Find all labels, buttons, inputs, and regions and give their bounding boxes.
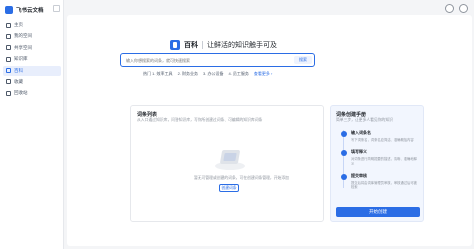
entries-card-description: 从入口通过知识库，问答知识库，写你所创建过词条、可编辑的知识库词条 <box>137 118 263 122</box>
entries-card-title: 词条列表 <box>137 112 158 118</box>
guide-step: 输入词条名 写下词条名，词条名应简洁、准确概括内容 <box>336 130 420 142</box>
step-dot-icon <box>341 131 347 137</box>
search-input[interactable] <box>126 57 286 63</box>
folder-icon <box>6 33 11 39</box>
guide-steps: 输入词条名 写下词条名，词条名应简洁、准确概括内容 填写释义 对词条进行简明扼要… <box>336 130 420 196</box>
trash-icon <box>6 90 11 96</box>
sidebar-item-encyclopedia[interactable]: 百科 <box>3 65 61 76</box>
share-icon <box>6 45 11 51</box>
hot-topic-link[interactable]: 4. 员工服务 <box>228 71 248 77</box>
sidebar-item-label: 共享空间 <box>14 44 32 50</box>
app-window: 飞书云文档 主页 我的空间 共享空间 知识库 百科 收藏 回收站 百科 让鲜活的… <box>0 0 474 249</box>
product-name: 百科 <box>184 42 198 49</box>
step-dot-icon <box>341 150 347 157</box>
guide-card: 词条创建手册 简单三步，让更多人看见你的知识 输入词条名 写下词条名，词条名应简… <box>330 105 424 222</box>
guide-card-title: 词条创建手册 <box>336 112 367 118</box>
brand: 飞书云文档 <box>5 5 44 15</box>
guide-card-description: 简单三步，让更多人看见你的知识 <box>336 118 393 122</box>
empty-state-illustration-icon <box>213 146 247 172</box>
step-description: 对词条进行简明扼要的描述，清晰、准确地释义 <box>351 157 417 166</box>
sidebar-nav: 主页 我的空间 共享空间 知识库 百科 收藏 回收站 <box>3 20 61 100</box>
step-title: 输入词条名 <box>351 130 371 135</box>
sidebar-item-label: 百科 <box>14 67 23 73</box>
sidebar-item-label: 我的空间 <box>14 33 32 39</box>
hot-topic-link[interactable]: 3. 办公设备 <box>203 71 223 77</box>
create-entry-button[interactable]: 创建词条 <box>219 184 239 192</box>
sidebar: 飞书云文档 主页 我的空间 共享空间 知识库 百科 收藏 回收站 <box>0 0 64 249</box>
sidebar-item-home[interactable]: 主页 <box>3 20 61 30</box>
collapse-sidebar-icon[interactable] <box>53 5 60 12</box>
hot-topic-link[interactable]: 热门 1. 效率工具 <box>143 71 173 77</box>
step-description: 写下词条名，词条名应简洁、准确概括内容 <box>351 138 414 142</box>
step-title: 填写释义 <box>351 149 367 155</box>
search-button[interactable]: 搜索 <box>294 56 312 64</box>
sidebar-item-label: 收藏 <box>14 78 23 84</box>
hero-title: 百科 让鲜活的知识触手可及 <box>170 40 277 50</box>
sidebar-item-my-space[interactable]: 我的空间 <box>3 31 61 41</box>
step-dot-icon <box>341 173 347 180</box>
sidebar-item-label: 回收站 <box>14 90 28 96</box>
sidebar-item-shared-space[interactable]: 共享空间 <box>3 43 61 53</box>
guide-step: 提交审核 提交后将由词库管理员审核，审核通过后可被检索 <box>336 173 420 190</box>
empty-state-text: 暂无可管理或创建的词条，可在创建词条管理，开始添加 <box>194 176 289 180</box>
encyclopedia-logo-icon <box>170 40 180 50</box>
step-title: 提交审核 <box>351 172 367 178</box>
sidebar-item-label: 知识库 <box>14 56 28 62</box>
app-logo-icon <box>5 6 13 14</box>
sidebar-item-trash[interactable]: 回收站 <box>3 88 61 98</box>
start-create-button[interactable]: 开始创建 <box>336 207 420 217</box>
slogan: 让鲜活的知识触手可及 <box>207 42 277 49</box>
view-more-link[interactable]: 查看更多 › <box>254 71 272 77</box>
star-icon <box>6 79 11 85</box>
entries-card: 词条列表 从入口通过知识库，问答知识库，写你所创建过词条、可编辑的知识库词条 暂… <box>130 105 324 222</box>
encyclopedia-icon <box>6 68 11 74</box>
hot-topic-link[interactable]: 2. 财务业务 <box>178 71 198 77</box>
app-name: 飞书云文档 <box>16 8 44 14</box>
divider <box>202 41 203 49</box>
hot-topics: 热门 1. 效率工具 2. 财务业务 3. 办公设备 4. 员工服务 查看更多 … <box>143 71 272 77</box>
sidebar-item-label: 主页 <box>14 22 23 27</box>
home-icon <box>6 22 11 28</box>
book-icon <box>6 56 11 62</box>
step-description: 提交后将由词库管理员审核，审核通过后可被检索 <box>351 180 417 190</box>
search-bar: 搜索 <box>120 53 315 67</box>
guide-step: 填写释义 对词条进行简明扼要的描述，清晰、准确地释义 <box>336 149 420 166</box>
sidebar-item-favorites[interactable]: 收藏 <box>3 77 61 87</box>
sidebar-item-wiki[interactable]: 知识库 <box>3 54 61 64</box>
